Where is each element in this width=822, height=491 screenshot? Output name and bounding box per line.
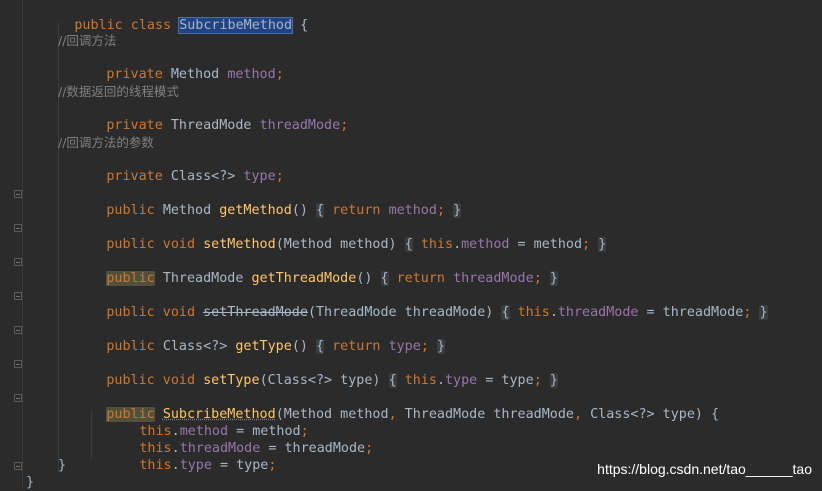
method-name: getThreadMode bbox=[251, 271, 357, 286]
code-line: public void setThreadMode(ThreadMode thr… bbox=[106, 305, 768, 320]
code-line: public class SubcribeMethod { bbox=[74, 17, 309, 34]
code-comment: //数据返回的线程模式 bbox=[58, 84, 179, 99]
fold-icon[interactable] bbox=[14, 190, 22, 198]
code-line: this.method = method; bbox=[139, 424, 309, 439]
code-line: private Method method; bbox=[106, 67, 284, 82]
method-name: setThreadMode bbox=[203, 305, 308, 320]
code-editor[interactable]: public class SubcribeMethod { //回调方法 pri… bbox=[0, 0, 822, 490]
code-line: public SubcribeMethod(Method method, Thr… bbox=[106, 407, 720, 422]
editor-gutter bbox=[0, 0, 23, 489]
fold-icon[interactable] bbox=[14, 326, 22, 334]
code-line: this.threadMode = threadMode; bbox=[139, 441, 374, 456]
fold-icon[interactable] bbox=[14, 394, 22, 402]
method-name: getType bbox=[235, 339, 292, 354]
code-line: } bbox=[58, 458, 67, 473]
code-line: public void setMethod(Method method) { t… bbox=[106, 237, 607, 252]
watermark: https://blog.csdn.net/tao______tao bbox=[597, 461, 812, 477]
code-comment: //回调方法的参数 bbox=[58, 135, 154, 150]
class-name[interactable]: SubcribeMethod bbox=[178, 17, 294, 34]
fold-icon[interactable] bbox=[14, 224, 22, 232]
method-name: getMethod bbox=[219, 203, 292, 218]
code-line: private Class<?> type; bbox=[106, 169, 284, 184]
code-line: private ThreadMode threadMode; bbox=[106, 118, 349, 133]
code-line: public void setType(Class<?> type) { thi… bbox=[106, 373, 558, 388]
method-name: setType bbox=[203, 373, 260, 388]
fold-icon[interactable] bbox=[14, 292, 22, 300]
code-comment: //回调方法 bbox=[58, 33, 117, 48]
fold-icon[interactable] bbox=[14, 360, 22, 368]
code-line: public Method getMethod() { return metho… bbox=[106, 203, 462, 218]
code-line: public Class<?> getType() { return type;… bbox=[106, 339, 445, 354]
code-line: this.type = type; bbox=[139, 458, 277, 473]
method-name: setMethod bbox=[203, 237, 276, 252]
fold-icon[interactable] bbox=[14, 462, 22, 470]
code-line: } bbox=[26, 475, 35, 490]
fold-icon[interactable] bbox=[14, 258, 22, 266]
code-line: public ThreadMode getThreadMode() { retu… bbox=[106, 271, 558, 286]
